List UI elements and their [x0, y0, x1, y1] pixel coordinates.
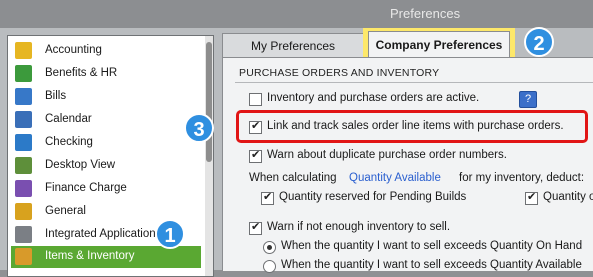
people-icon: [15, 65, 32, 82]
inventory-active-checkbox[interactable]: [249, 93, 262, 106]
category-label: Accounting: [45, 44, 102, 56]
step-badge-3: 3: [184, 113, 214, 143]
callout-box: [236, 110, 588, 143]
help-button[interactable]: ?: [519, 91, 537, 108]
desktop-icon: [15, 157, 32, 174]
warn-not-enough-label: Warn if not enough inventory to sell.: [267, 221, 451, 233]
category-item-benefits-hr[interactable]: Benefits & HR: [11, 63, 201, 85]
pending-builds-checkbox[interactable]: ✔: [261, 191, 274, 205]
bill-icon: [15, 88, 32, 105]
accounting-icon: [15, 42, 32, 59]
quantity-on-label: Quantity o: [543, 191, 593, 203]
check-mark-icon: ✔: [251, 221, 261, 233]
title-bar: Preferences: [0, 0, 593, 28]
category-label: Calendar: [45, 113, 92, 125]
calendar-icon: [15, 111, 32, 128]
section-divider: [235, 82, 593, 83]
category-item-desktop-view[interactable]: Desktop View: [11, 155, 201, 177]
category-item-checking[interactable]: Checking: [11, 132, 201, 154]
category-label: General: [45, 205, 86, 217]
inventory-icon: [15, 248, 32, 265]
category-label: Bills: [45, 90, 67, 102]
radio-available[interactable]: [263, 260, 276, 273]
section-title: PURCHASE ORDERS AND INVENTORY: [239, 67, 440, 79]
warn-duplicate-checkbox[interactable]: ✔: [249, 149, 262, 163]
warn-duplicate-label: Warn about duplicate purchase order numb…: [267, 149, 507, 161]
check-mark-icon: ✔: [527, 191, 537, 203]
when-calculating-label: When calculating: [249, 172, 337, 184]
scrollbar-thumb[interactable]: [206, 42, 212, 162]
check-mark-icon: ✔: [251, 149, 261, 161]
category-label: Benefits & HR: [45, 67, 118, 79]
deduct-label: for my inventory, deduct:: [459, 172, 585, 184]
category-item-accounting[interactable]: Accounting: [11, 40, 201, 62]
category-label: Integrated Applications: [45, 228, 162, 240]
radio-available-label: When the quantity I want to sell exceeds…: [281, 259, 582, 271]
preferences-panel: PURCHASE ORDERS AND INVENTORY Inventory …: [222, 57, 593, 273]
radio-selected-dot: [267, 245, 272, 250]
tab-my-preferences[interactable]: My Preferences: [222, 33, 364, 58]
apps-icon: [15, 226, 32, 243]
category-label: Finance Charge: [45, 182, 127, 194]
inventory-active-label: Inventory and purchase orders are active…: [267, 92, 480, 104]
percent-icon: [15, 180, 32, 197]
radio-on-hand[interactable]: [263, 241, 276, 254]
tab-company-preferences[interactable]: Company Preferences: [368, 31, 510, 58]
category-item-finance-charge[interactable]: Finance Charge: [11, 178, 201, 200]
step-badge-1: 1: [155, 219, 185, 249]
general-icon: [15, 203, 32, 220]
category-label: Checking: [45, 136, 93, 148]
category-label: Items & Inventory: [45, 250, 135, 262]
step-badge-2: 2: [524, 27, 554, 57]
category-scrollbar[interactable]: [205, 36, 213, 276]
quantity-on-checkbox[interactable]: ✔: [525, 191, 538, 205]
category-item-calendar[interactable]: Calendar: [11, 109, 201, 131]
category-item-bills[interactable]: Bills: [11, 86, 201, 108]
quantity-available-link[interactable]: Quantity Available: [349, 172, 441, 184]
warn-not-enough-checkbox[interactable]: ✔: [249, 221, 262, 235]
window-title: Preferences: [390, 6, 461, 21]
checkbook-icon: [15, 134, 32, 151]
radio-on-hand-label: When the quantity I want to sell exceeds…: [281, 240, 583, 252]
check-mark-icon: ✔: [263, 191, 273, 203]
category-label: Desktop View: [45, 159, 116, 171]
pending-builds-label: Quantity reserved for Pending Builds: [279, 191, 467, 203]
